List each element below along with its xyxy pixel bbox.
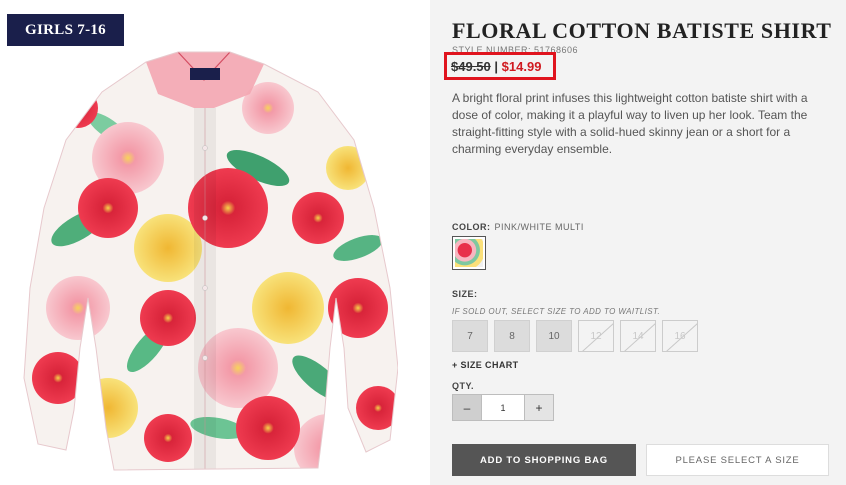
size-options: 7 8 10 12 14 16 (452, 320, 698, 352)
price: $49.50 | $14.99 (451, 59, 541, 74)
category-badge: GIRLS 7-16 (7, 14, 124, 46)
product-image-area: GIRLS 7-16 (0, 0, 430, 485)
sale-price: $14.99 (501, 59, 542, 74)
qty-decrement-button[interactable]: – (452, 394, 482, 421)
size-option-14[interactable]: 14 (620, 320, 656, 352)
swatch-image (455, 239, 483, 267)
select-size-button[interactable]: PLEASE SELECT A SIZE (646, 444, 829, 476)
size-option-16[interactable]: 16 (662, 320, 698, 352)
color-swatch[interactable] (452, 236, 486, 270)
size-label: SIZE: (452, 289, 478, 299)
color-label: COLOR: PINK/WHITE MULTI (452, 222, 584, 232)
add-to-shopping-bag-button[interactable]: ADD TO SHOPPING BAG (452, 444, 636, 476)
price-separator: | (494, 59, 499, 74)
qty-label: QTY. (452, 381, 475, 391)
product-title: FLORAL COTTON BATISTE SHIRT (452, 18, 832, 43)
qty-input[interactable] (482, 394, 524, 421)
product-description: A bright floral print infuses this light… (452, 91, 808, 156)
qty-increment-button[interactable]: + (524, 394, 554, 421)
color-label-text: COLOR: (452, 222, 491, 232)
size-option-8[interactable]: 8 (494, 320, 530, 352)
size-waitlist-note: IF SOLD OUT, SELECT SIZE TO ADD TO WAITL… (452, 307, 661, 316)
size-chart-link[interactable]: + SIZE CHART (452, 360, 519, 370)
size-option-12[interactable]: 12 (578, 320, 614, 352)
product-details-panel: FLORAL COTTON BATISTE SHIRT STYLE NUMBER… (430, 0, 846, 485)
color-value: PINK/WHITE MULTI (494, 222, 584, 232)
product-image[interactable] (18, 48, 398, 473)
quantity-stepper: – + (452, 394, 554, 421)
original-price: $49.50 (451, 59, 491, 74)
size-option-7[interactable]: 7 (452, 320, 488, 352)
size-option-10[interactable]: 10 (536, 320, 572, 352)
